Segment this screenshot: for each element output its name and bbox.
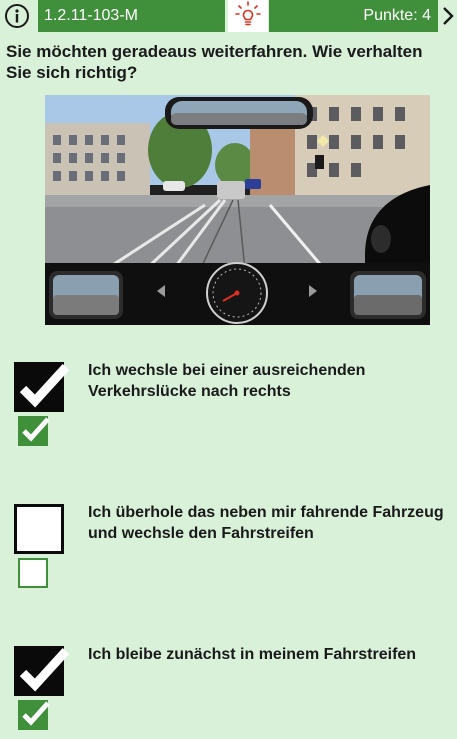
chevron-right-icon (443, 7, 454, 25)
hint-button[interactable] (228, 0, 268, 32)
question-text: Sie möchten geradeaus weiterfahren. Wie … (6, 42, 423, 82)
points-display: Punkte: 4 (269, 0, 438, 32)
next-button[interactable] (440, 3, 457, 29)
answer-checkbox-3[interactable] (14, 646, 70, 696)
answer-text-2: Ich überhole das neben mir fahrende Fahr… (88, 504, 444, 542)
info-icon (5, 4, 29, 28)
top-bar: 1.2.11-103-M Punkte: 4 (0, 0, 457, 32)
traffic-scene-image (45, 95, 430, 325)
answer-checkbox-1[interactable] (14, 362, 70, 412)
question-id: 1.2.11-103-M (38, 0, 225, 32)
info-button[interactable] (4, 3, 30, 29)
lightbulb-icon (235, 1, 261, 26)
correct-answer-indicator-1 (18, 416, 50, 446)
correct-answer-indicator-3 (18, 700, 50, 730)
correct-answer-indicator-2 (18, 558, 48, 588)
answer-checkbox-2[interactable] (14, 504, 64, 554)
answer-text-1: Ich wechsle bei einer ausreichenden Verk… (88, 362, 366, 400)
answer-text-3: Ich bleibe zunächst in meinem Fahrstreif… (88, 646, 417, 663)
